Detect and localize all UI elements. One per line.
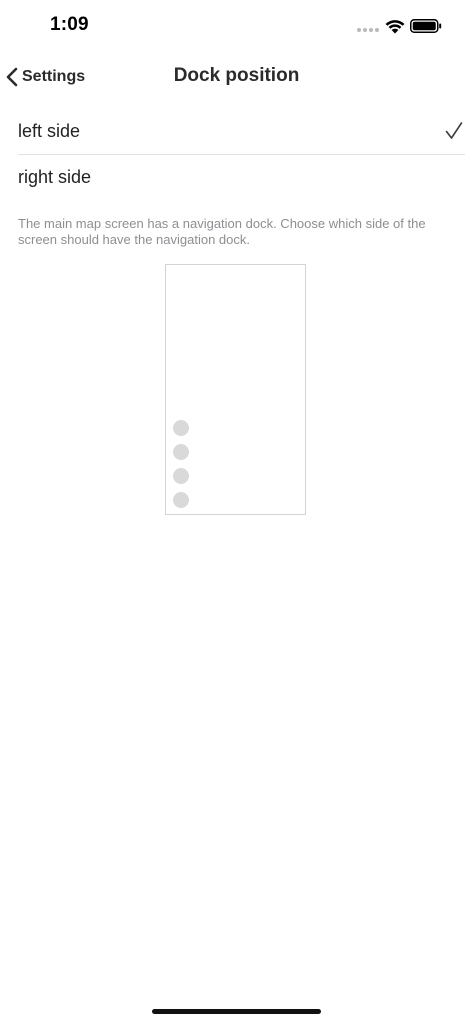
status-bar: 1:09 (0, 0, 473, 54)
home-indicator[interactable] (152, 1009, 321, 1014)
checkmark-icon (445, 122, 463, 139)
option-left-side[interactable]: left side (18, 109, 465, 155)
status-time: 1:09 (50, 14, 89, 35)
dock-preview-buttons (173, 420, 189, 508)
dock-button-placeholder (173, 444, 189, 460)
battery-icon (410, 19, 442, 33)
page-title: Dock position (173, 65, 300, 86)
option-label: left side (18, 121, 81, 141)
option-right-side[interactable]: right side (18, 155, 465, 200)
description-text: The main map screen has a navigation doc… (18, 216, 426, 247)
wifi-icon (385, 20, 405, 34)
dock-position-options: left side right side (18, 109, 465, 200)
option-label: right side (18, 167, 92, 187)
dock-button-placeholder (173, 492, 189, 508)
dock-button-placeholder (173, 468, 189, 484)
navigation-bar: Settings Dock position (0, 58, 473, 96)
dock-preview (165, 264, 306, 515)
cellular-signal-icon (357, 28, 379, 32)
dock-button-placeholder (173, 420, 189, 436)
